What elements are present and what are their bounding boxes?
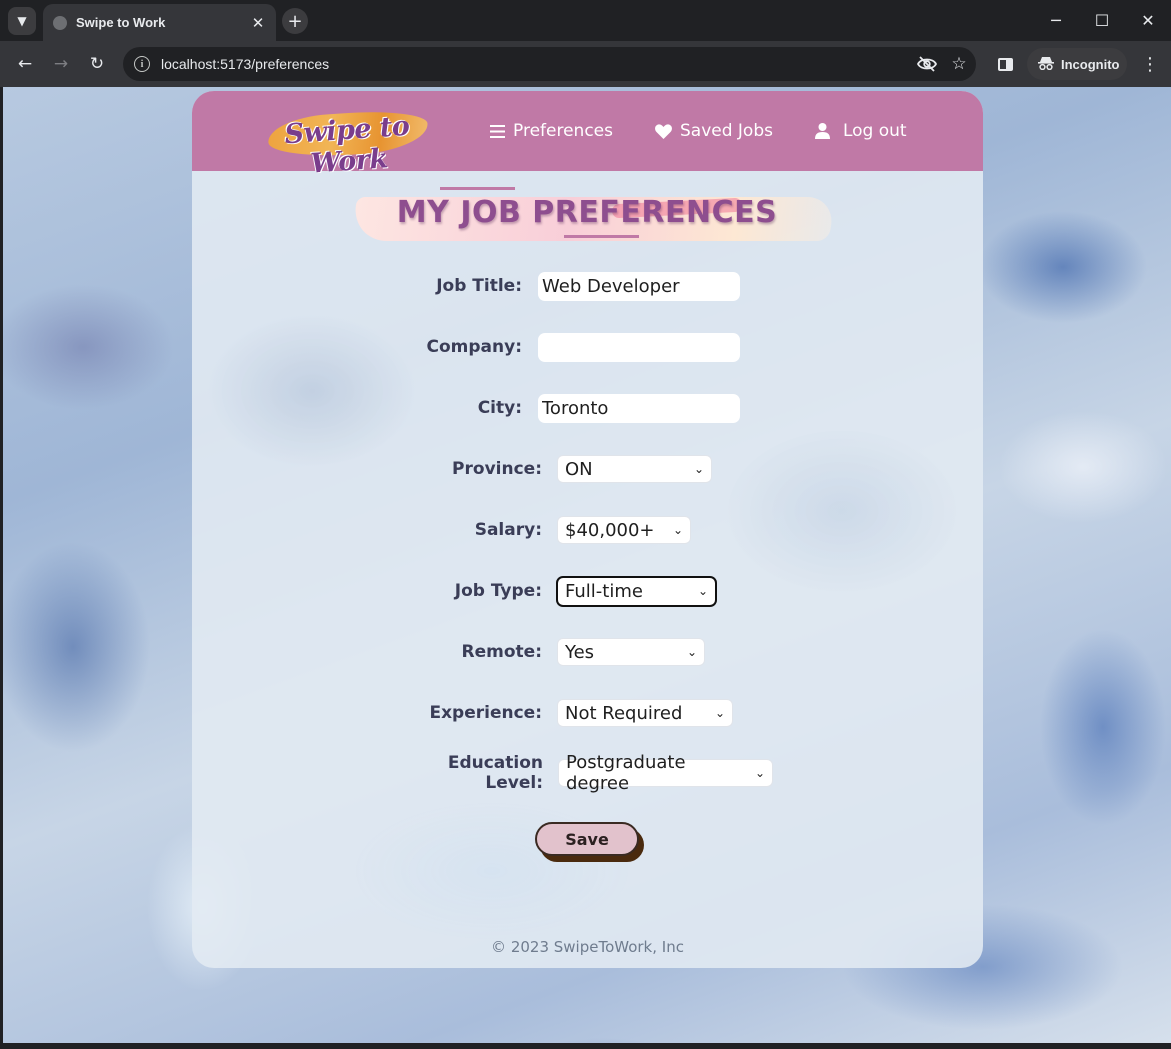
job-type-select[interactable]: Full-time ⌄	[556, 575, 717, 607]
star-icon[interactable]: ☆	[944, 49, 974, 79]
chevron-down-icon: ⌄	[672, 523, 683, 537]
chevron-down-icon: ▼	[17, 14, 27, 28]
job-type-row: Job Type: Full-time ⌄	[422, 575, 717, 607]
forward-button[interactable]: →	[47, 50, 75, 78]
experience-value: Not Required	[565, 702, 683, 724]
remote-label: Remote:	[461, 642, 542, 662]
remote-select[interactable]: Yes ⌄	[557, 638, 705, 666]
tab-title: Swipe to Work	[76, 15, 166, 30]
company-input[interactable]	[538, 332, 740, 362]
province-select[interactable]: ON ⌄	[557, 455, 712, 483]
address-bar[interactable]: i localhost:5173/preferences ☆	[123, 47, 976, 81]
save-button[interactable]: Save	[535, 822, 639, 856]
nav-preferences-link[interactable]: Preferences	[490, 121, 613, 141]
salary-value: $40,000+	[565, 519, 655, 541]
nav-links: Preferences Saved Jobs Log out	[490, 115, 907, 147]
back-button[interactable]: ←	[11, 50, 39, 78]
remote-value: Yes	[565, 641, 595, 663]
job-title-input[interactable]	[538, 271, 740, 301]
window-controls: ─ ☐ ✕	[1033, 0, 1171, 41]
province-label: Province:	[452, 459, 542, 479]
heading-underline-top	[440, 187, 515, 190]
minimize-button[interactable]: ─	[1033, 0, 1079, 41]
browser-menu-button[interactable]: ⋮	[1138, 50, 1162, 78]
nav-logout-label: Log out	[842, 121, 907, 141]
salary-select[interactable]: $40,000+ ⌄	[557, 516, 691, 544]
reload-icon: ↻	[89, 54, 105, 74]
close-window-button[interactable]: ✕	[1125, 0, 1171, 41]
nav-saved-jobs-label: Saved Jobs	[679, 121, 773, 141]
education-row: Education Level: Postgraduate degree ⌄	[397, 752, 773, 794]
user-icon	[814, 123, 830, 139]
province-row: Province: ON ⌄	[422, 454, 712, 484]
education-value: Postgraduate degree	[566, 752, 686, 794]
city-row: City:	[422, 393, 740, 423]
more-vertical-icon: ⋮	[1141, 53, 1159, 75]
window-bottom-edge	[0, 1043, 1171, 1049]
save-button-wrap: Save	[535, 822, 645, 862]
tab-search-button[interactable]: ▼	[8, 7, 36, 35]
nav-logout-link[interactable]: Log out	[814, 121, 907, 141]
company-row: Company:	[422, 332, 740, 362]
reload-button[interactable]: ↻	[83, 50, 111, 78]
chevron-down-icon: ⌄	[754, 766, 765, 780]
chevron-down-icon: ⌄	[714, 706, 725, 720]
salary-row: Salary: $40,000+ ⌄	[422, 515, 691, 545]
nav-saved-jobs-link[interactable]: Saved Jobs	[655, 121, 773, 141]
incognito-label: Incognito	[1061, 56, 1120, 72]
experience-select[interactable]: Not Required ⌄	[557, 699, 733, 727]
job-type-value: Full-time	[565, 580, 643, 602]
heading-underline-bottom	[564, 235, 639, 238]
browser-tabstrip: ▼ Swipe to Work ✕ + ─ ☐ ✕	[0, 0, 1171, 41]
remote-row: Remote: Yes ⌄	[422, 637, 705, 667]
nav-preferences-label: Preferences	[513, 121, 613, 141]
incognito-indicator[interactable]: Incognito	[1027, 48, 1127, 80]
salary-label: Salary:	[474, 520, 542, 540]
heart-icon	[655, 123, 672, 139]
province-value: ON	[565, 458, 593, 480]
chevron-down-icon: ⌄	[693, 462, 704, 476]
site-info-icon[interactable]: i	[134, 56, 150, 72]
browser-toolbar: ← → ↻ i localhost:5173/preferences ☆ Inc…	[0, 41, 1171, 87]
page-heading: MY JOB PREFERENCES	[312, 183, 872, 253]
site-navbar: Swipe to Work Preferences Saved Jobs Log…	[192, 91, 983, 180]
globe-icon	[53, 15, 67, 30]
arrow-left-icon: ←	[17, 54, 33, 74]
city-input[interactable]	[538, 393, 740, 423]
page-viewport: Swipe to Work Preferences Saved Jobs Log…	[3, 87, 1171, 1043]
menu-icon	[490, 124, 505, 138]
chevron-down-icon: ⌄	[697, 584, 708, 598]
company-label: Company:	[426, 337, 523, 357]
maximize-button[interactable]: ☐	[1079, 0, 1125, 41]
tab-close-icon[interactable]: ✕	[250, 14, 266, 32]
experience-row: Experience: Not Required ⌄	[422, 698, 733, 728]
side-panel-button[interactable]	[991, 50, 1019, 78]
url-text[interactable]: localhost:5173/preferences	[161, 56, 912, 72]
job-title-row: Job Title:	[422, 271, 740, 301]
page-title: MY JOB PREFERENCES	[396, 195, 778, 230]
side-panel-icon	[997, 57, 1013, 71]
experience-label: Experience:	[429, 703, 542, 723]
site-logo[interactable]: Swipe to Work	[264, 107, 432, 180]
education-label: Education Level:	[447, 753, 543, 793]
arrow-right-icon: →	[53, 54, 69, 74]
browser-tab[interactable]: Swipe to Work ✕	[43, 4, 276, 41]
preferences-card: Swipe to Work Preferences Saved Jobs Log…	[192, 91, 983, 968]
incognito-icon	[1038, 56, 1054, 73]
job-title-label: Job Title:	[436, 276, 522, 296]
job-type-label: Job Type:	[454, 581, 542, 601]
footer-copyright: © 2023 SwipeToWork, Inc	[491, 938, 684, 956]
education-select[interactable]: Postgraduate degree ⌄	[558, 752, 773, 794]
logo-text: Swipe to Work	[283, 110, 411, 180]
city-label: City:	[477, 398, 522, 418]
eye-slash-icon[interactable]	[912, 49, 942, 79]
new-tab-button[interactable]: +	[282, 8, 308, 34]
chevron-down-icon: ⌄	[686, 645, 697, 659]
